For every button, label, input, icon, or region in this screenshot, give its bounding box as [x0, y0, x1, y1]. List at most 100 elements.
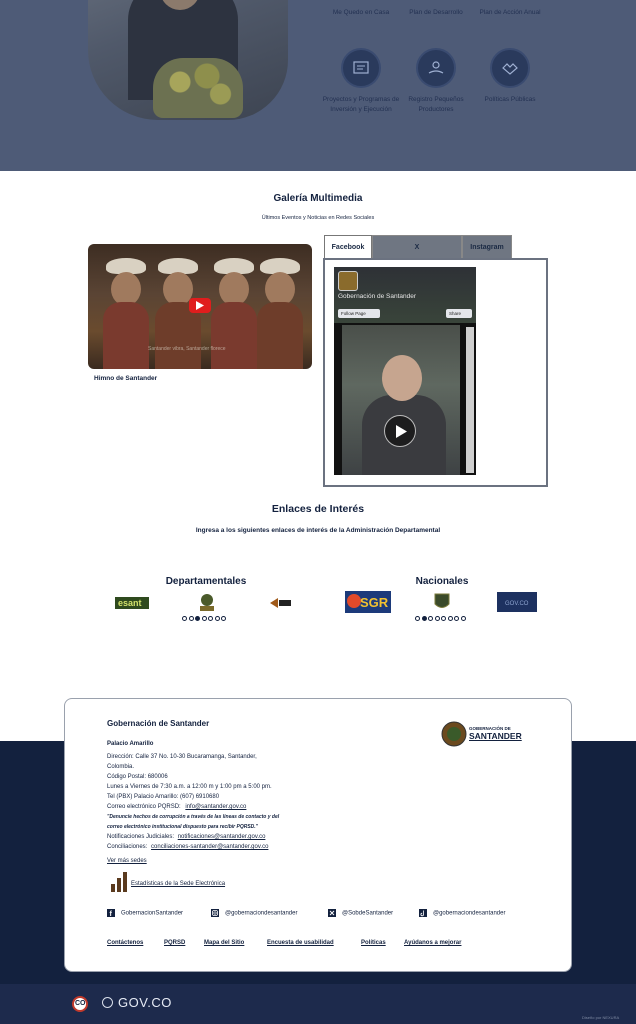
nacionales-pagination[interactable]: [415, 616, 466, 622]
tiktok-icon: [419, 909, 427, 917]
conciliations-link[interactable]: conciliaciones-santander@santander.gov.c…: [151, 844, 268, 850]
video-figure: [211, 302, 257, 369]
video-figure: [265, 272, 295, 306]
link-ayudanos[interactable]: Ayúdanos a mejorar: [404, 940, 461, 946]
social-panel: Gobernación de Santander Follow Page Sha…: [323, 258, 548, 487]
notifications-label: Notificaciones Judiciales:: [107, 834, 175, 840]
svg-text:GOV.CO: GOV.CO: [505, 601, 529, 607]
govco-logo[interactable]: GOV.CO: [497, 592, 537, 612]
link-contactenos[interactable]: Contáctenos: [107, 940, 143, 946]
fb-share-button[interactable]: Share: [446, 309, 472, 318]
pagination-dot[interactable]: [221, 616, 226, 621]
pagination-dot[interactable]: [441, 616, 446, 621]
x-icon: [328, 909, 336, 917]
tile-label: Registro Pequeños Productores: [408, 96, 464, 113]
social-instagram[interactable]: @gobernaciondesantander: [211, 909, 297, 917]
nacionales-title: Nacionales: [415, 576, 469, 587]
tile-me-quedo-en-casa[interactable]: Me Quedo en Casa: [321, 8, 401, 18]
pagination-dot[interactable]: [201, 616, 207, 621]
email-label: Correo electrónico PQRSD:: [107, 804, 181, 810]
pagination-dot[interactable]: [208, 616, 213, 621]
social-handle: @SobdeSantander: [342, 910, 394, 917]
pagination-dot[interactable]: [428, 616, 433, 621]
governor-photo: [88, 0, 288, 120]
anticorruption-notice-1: "Denuncie hechos de corrupción a través …: [107, 814, 280, 820]
footer-org-name: Gobernación de Santander: [107, 719, 210, 728]
department-logo[interactable]: [268, 594, 292, 612]
pagination-dot[interactable]: [447, 616, 453, 621]
tile-plan-de-desarrollo[interactable]: Plan de Desarrollo: [396, 8, 476, 18]
colombia-shield-logo[interactable]: [433, 592, 451, 612]
video-caption: Santander vibra, Santander florece: [148, 346, 226, 352]
instagram-icon: [211, 909, 219, 917]
gobernacion-logo[interactable]: GOBERNACIÓN DE SANTANDER: [441, 721, 531, 749]
tile-label: Plan de Desarrollo: [409, 9, 463, 16]
pagination-dot[interactable]: [195, 616, 200, 621]
pagination-dot[interactable]: [214, 616, 220, 621]
pagination-dot[interactable]: [434, 616, 440, 621]
social-handle: @gobernaciondesantander: [433, 910, 506, 917]
fb-video-figure: [382, 355, 422, 401]
social-tiktok[interactable]: @gobernaciondesantander: [419, 909, 505, 917]
link-mapa-sitio[interactable]: Mapa del Sitio: [204, 940, 244, 946]
links-title: Enlaces de Interés: [271, 503, 365, 515]
tab-instagram[interactable]: Instagram: [462, 235, 512, 259]
email-row: Correo electrónico PQRSD: info@santander…: [107, 804, 246, 810]
link-pqrsd[interactable]: PQRSD: [164, 940, 185, 946]
co-badge-text: CO: [75, 1000, 86, 1007]
pagination-dot[interactable]: [415, 616, 420, 621]
conciliations-label: Conciliaciones:: [107, 844, 148, 850]
tile-politicas-publicas[interactable]: Políticas Públicas: [470, 48, 550, 105]
departamentales-pagination[interactable]: [182, 616, 226, 622]
fb-page-name[interactable]: Gobernación de Santander: [338, 293, 416, 300]
fb-video[interactable]: [342, 325, 460, 475]
idesan-logo[interactable]: [198, 592, 216, 612]
youtube-play-icon[interactable]: [189, 298, 211, 313]
logo-text-bottom: SANTANDER: [469, 731, 522, 741]
tile-label: Plan de Acción Anual: [479, 9, 541, 16]
pagination-dot[interactable]: [460, 616, 466, 621]
email-link[interactable]: info@santander.gov.co: [185, 804, 246, 810]
govco-wordmark[interactable]: GOV.CO: [118, 995, 172, 1010]
more-sites-link[interactable]: Ver más sedes: [107, 858, 147, 864]
link-encuesta[interactable]: Encuesta de usabilidad: [267, 940, 334, 946]
facebook-embed[interactable]: Gobernación de Santander Follow Page Sha…: [334, 267, 476, 475]
tile-plan-accion-anual[interactable]: Plan de Acción Anual: [470, 8, 550, 18]
pagination-dot[interactable]: [188, 616, 194, 621]
hand-coin-icon: [416, 48, 456, 88]
govco-bar: CO GOV.CO Diseño por NEXURA: [0, 984, 636, 1024]
stats-link[interactable]: Estadísticas de la Sede Electrónica: [131, 881, 225, 887]
palace-name: Palacio Amarillo: [107, 741, 154, 747]
sgr-logo[interactable]: SGR: [345, 591, 391, 613]
postal-code: Código Postal: 680006: [107, 774, 168, 780]
social-x[interactable]: @SobdeSantander: [328, 909, 393, 917]
video-figure: [219, 272, 249, 306]
pagination-dot[interactable]: [421, 616, 427, 621]
conciliations-row: Conciliaciones: conciliaciones-santander…: [107, 844, 268, 850]
address-line-2: Colombia.: [107, 764, 135, 770]
facebook-icon: f: [107, 909, 115, 917]
fb-follow-button[interactable]: Follow Page: [338, 309, 380, 318]
footer-card: Gobernación de Santander GOBERNACIÓN DE …: [64, 698, 572, 972]
pagination-dot[interactable]: [182, 616, 187, 621]
youtube-video[interactable]: Santander vibra, Santander florece: [88, 244, 312, 369]
link-politicas[interactable]: Políticas: [361, 940, 386, 946]
fb-scrollbar[interactable]: [466, 327, 474, 473]
social-handle: GobernacionSantander: [121, 910, 184, 917]
esant-logo[interactable]: esant: [115, 594, 149, 612]
tile-proyectos-programas[interactable]: Proyectos y Programas de Inversión y Eje…: [321, 48, 401, 114]
video-figure: [257, 302, 303, 369]
tile-label: Me Quedo en Casa: [332, 9, 390, 16]
nexura-credit[interactable]: Diseño por NEXURA: [582, 1015, 619, 1020]
fb-page-logo: [338, 271, 358, 291]
top-banner: Me Quedo en Casa Plan de Desarrollo Plan…: [0, 0, 636, 171]
tile-registro-productores[interactable]: Registro Pequeños Productores: [396, 48, 476, 114]
notifications-link[interactable]: notificaciones@santander.gov.co: [178, 834, 266, 840]
gallery-subtitle: Últimos Eventos y Noticias en Redes Soci…: [261, 215, 375, 221]
pagination-dot[interactable]: [454, 616, 459, 621]
tab-x[interactable]: X: [372, 235, 462, 259]
social-facebook[interactable]: f GobernacionSantander: [107, 909, 183, 917]
tab-facebook[interactable]: Facebook: [324, 235, 372, 259]
tile-label: Proyectos y Programas de Inversión y Eje…: [322, 96, 400, 113]
fb-play-icon[interactable]: [384, 415, 416, 447]
